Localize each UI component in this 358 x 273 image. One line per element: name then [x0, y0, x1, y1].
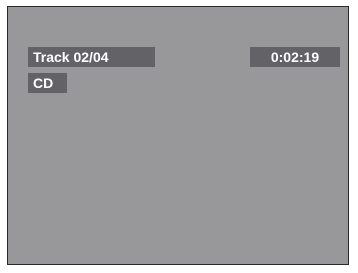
disc-type-badge: CD	[28, 73, 67, 93]
tv-screen: Track 02/04 0:02:19 CD	[7, 6, 349, 265]
track-indicator: Track 02/04	[28, 47, 155, 67]
elapsed-time-display: 0:02:19	[250, 47, 340, 67]
